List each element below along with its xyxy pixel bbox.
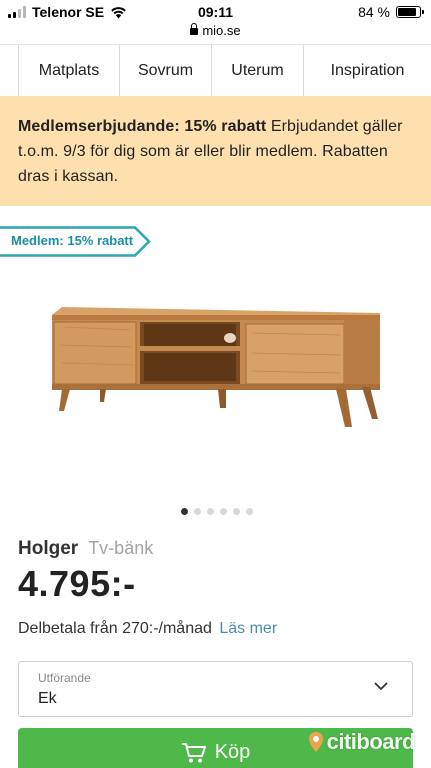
category-nav: Matplats Sovrum Uterum Inspiration [0,44,431,96]
location-pin-icon [308,732,323,752]
variant-value: Ek [38,690,57,707]
battery-icon [396,6,424,18]
installment-info: Delbetala från 270:-/månad Läs mer [18,620,277,638]
carousel-dot[interactable] [232,508,240,515]
watermark: citiboard [308,729,416,755]
url-text: mio.se [202,23,241,38]
carousel-dot[interactable] [219,508,227,515]
nav-edge [0,45,19,96]
status-bar: Telenor SE 09:11 mio.se 84 % [0,0,431,44]
product-title-row: Holger Tv-bänk [18,538,153,560]
carousel-dot[interactable] [245,508,253,515]
tab-matplats[interactable]: Matplats [19,45,120,96]
product-price: 4.795:- [18,563,136,604]
member-discount-tag: Medlem: 15% rabatt [0,226,151,257]
member-tag-label: Medlem: 15% rabatt [11,233,134,248]
read-more-link[interactable]: Läs mer [219,620,277,637]
carousel-dot[interactable] [206,508,214,515]
lock-icon [190,23,199,35]
watermark-text: citiboard [326,729,416,754]
battery-percent: 84 % [358,4,390,20]
cart-icon [181,743,206,763]
member-offer-banner: Medlemserbjudande: 15% rabatt Erbjudande… [0,96,431,206]
address-bar[interactable]: mio.se [0,23,431,38]
installment-text: Delbetala från 270:-/månad [18,620,212,637]
carousel-dot[interactable] [193,508,201,515]
tab-inspiration[interactable]: Inspiration [304,45,431,96]
product-name: Holger [18,538,79,559]
buy-button-label: Köp [214,740,251,763]
product-type: Tv-bänk [88,538,154,558]
image-carousel-dots[interactable] [0,508,431,515]
product-image[interactable] [40,275,390,445]
status-right: 84 % [358,4,424,20]
tab-sovrum[interactable]: Sovrum [120,45,212,96]
carousel-dot[interactable] [180,508,188,515]
tab-uterum[interactable]: Uterum [212,45,304,96]
variant-label: Utförande [38,671,91,685]
offer-heading: Medlemserbjudande: 15% rabatt [18,118,267,135]
variant-select[interactable]: Utförande Ek [18,661,413,717]
chevron-down-icon [374,682,388,691]
